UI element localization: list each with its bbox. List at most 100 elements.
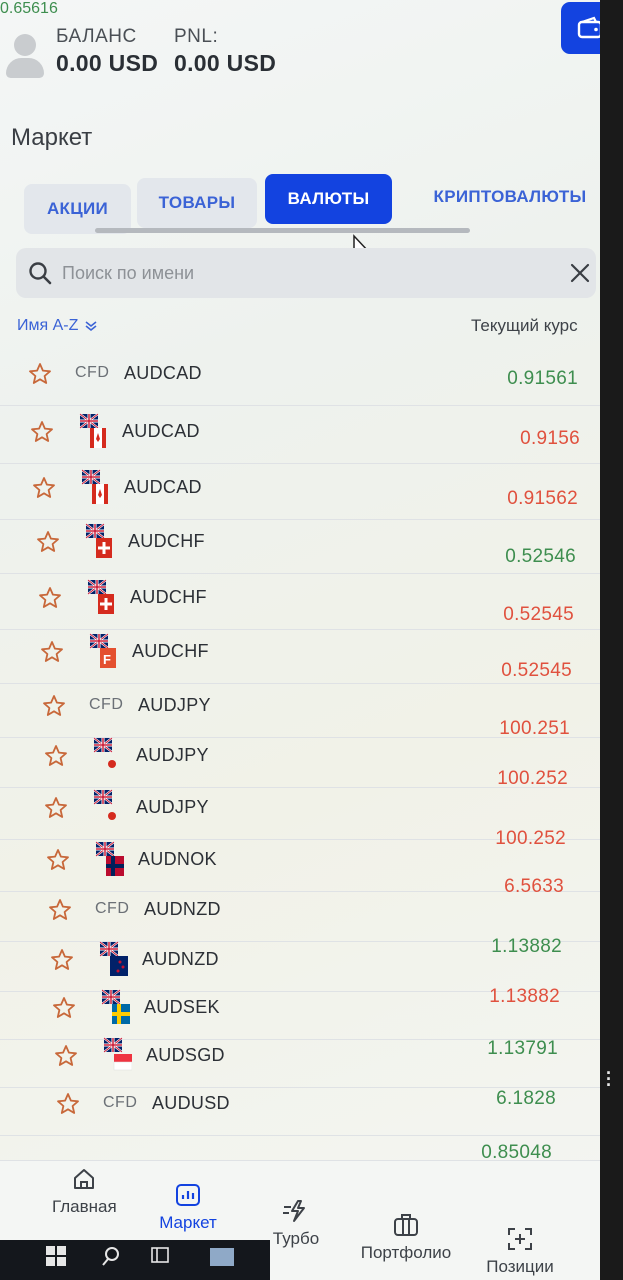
- page-title: Маркет: [11, 124, 93, 151]
- cfd-badge: CFD: [89, 696, 124, 713]
- currency-pair-flag-icon: [98, 940, 128, 978]
- favorite-star-icon[interactable]: [28, 362, 52, 386]
- close-icon[interactable]: [569, 262, 591, 284]
- nav-portfolio-label: Портфолио: [360, 1243, 452, 1262]
- category-tabs: АКЦИИ ТОВАРЫ ВАЛЮТЫ КРИПТОВАЛЮТЫ: [24, 172, 612, 234]
- avatar[interactable]: [4, 28, 44, 78]
- table-row[interactable]: AUDCHF 0.52545: [0, 576, 600, 630]
- favorite-star-icon[interactable]: [32, 476, 56, 500]
- currency-pair-flag-icon: F: [88, 632, 118, 670]
- table-row[interactable]: AUDNOK 6.5633: [0, 838, 600, 897]
- tab-stocks[interactable]: АКЦИИ: [24, 184, 131, 234]
- taskbar-app-icon[interactable]: [210, 1248, 234, 1266]
- tab-currencies[interactable]: ВАЛЮТЫ: [265, 174, 392, 224]
- pnl-label: PNL:: [174, 26, 219, 47]
- table-row[interactable]: AUDJPY 100.252: [0, 734, 600, 789]
- currency-pair-flag-icon: [78, 412, 108, 450]
- chart-icon: [176, 1184, 200, 1206]
- tabs-scrollbar[interactable]: [95, 228, 470, 233]
- favorite-star-icon[interactable]: [44, 744, 68, 768]
- table-row[interactable]: CFD AUDCAD 0.91561: [0, 352, 600, 406]
- more-options-icon[interactable]: · · ·: [604, 1064, 614, 1094]
- symbol-label: AUDCAD: [122, 421, 200, 441]
- table-row[interactable]: CFD AUDJPY 100.251: [0, 684, 600, 739]
- symbol-label: AUDNZD: [144, 899, 221, 919]
- currency-pair-flag-icon: [92, 736, 122, 774]
- favorite-star-icon[interactable]: [54, 1044, 78, 1068]
- sort-label: Имя A-Z: [17, 317, 79, 334]
- table-row[interactable]: AUDCAD 0.9156: [0, 410, 600, 464]
- favorite-star-icon[interactable]: [50, 948, 74, 972]
- nav-turbo-label: Турбо: [272, 1229, 320, 1248]
- currency-pair-flag-icon: [80, 468, 110, 506]
- account-header: БАЛАНС 0.00 USD PNL: 0.00 USD: [0, 0, 612, 96]
- favorite-star-icon[interactable]: [40, 640, 64, 664]
- cfd-badge: CFD: [95, 900, 130, 917]
- favorite-star-icon[interactable]: [52, 996, 76, 1020]
- sort-dropdown[interactable]: Имя A-Z: [17, 317, 98, 335]
- home-icon: [74, 1169, 94, 1189]
- favorite-star-icon[interactable]: [56, 1092, 80, 1116]
- table-row[interactable]: AUDCHF 0.52546: [0, 520, 600, 574]
- tab-crypto[interactable]: КРИПТОВАЛЮТЫ: [412, 172, 608, 222]
- search-bar: [16, 248, 596, 298]
- symbol-label: AUDCHF: [128, 531, 205, 551]
- nav-turbo[interactable]: Турбо: [264, 1199, 328, 1249]
- search-icon: [29, 262, 52, 285]
- favorite-star-icon[interactable]: [44, 796, 68, 820]
- table-row[interactable]: AUDJPY 100.252: [0, 786, 600, 849]
- symbol-label: AUDCAD: [124, 477, 202, 497]
- favorite-star-icon[interactable]: [30, 420, 54, 444]
- currency-pair-flag-icon: [94, 840, 124, 878]
- symbol-label: AUDNOK: [138, 849, 217, 869]
- search-input[interactable]: [62, 258, 532, 288]
- favorite-star-icon[interactable]: [42, 694, 66, 718]
- symbol-label: AUDCHF: [132, 641, 209, 661]
- favorite-star-icon[interactable]: [36, 530, 60, 554]
- favorite-star-icon[interactable]: [46, 848, 70, 872]
- symbol-label: AUDJPY: [136, 745, 209, 765]
- cfd-badge: CFD: [75, 364, 110, 381]
- table-row[interactable]: AUDNZD 1.13882: [0, 938, 600, 1007]
- favorite-star-icon[interactable]: [48, 898, 72, 922]
- price-value: 0.52545: [501, 660, 572, 681]
- table-row[interactable]: AUDCAD 0.91562: [0, 466, 600, 520]
- symbol-label: AUDCAD: [124, 363, 202, 383]
- balance-value: 0.00 USD: [56, 50, 159, 76]
- symbol-label: AUDJPY: [136, 797, 209, 817]
- briefcase-icon: [394, 1214, 418, 1236]
- favorite-star-icon[interactable]: [38, 586, 62, 610]
- symbol-label: AUDUSD: [152, 1093, 230, 1113]
- currency-pair-flag-icon: [86, 578, 116, 616]
- nav-portfolio[interactable]: Портфолио: [356, 1213, 456, 1263]
- balance-label: БАЛАНС: [56, 26, 137, 47]
- os-taskbar: [0, 1240, 270, 1280]
- pnl-block: PNL: 0.00 USD: [174, 26, 276, 77]
- table-row[interactable]: CFD AUDNZD 1.13882: [0, 888, 600, 957]
- table-row[interactable]: CFD AUDUSD 0.85048: [0, 1082, 600, 1163]
- app-screen: БАЛАНС 0.00 USD PNL: 0.00 USD Маркет АКЦ…: [0, 0, 612, 1280]
- chevron-down-icon: [85, 321, 97, 332]
- currency-pair-flag-icon: [84, 522, 114, 560]
- nav-positions[interactable]: Позиции: [478, 1227, 562, 1277]
- current-rate-header: Текущий курс: [471, 316, 578, 335]
- nav-home[interactable]: Главная: [52, 1167, 117, 1217]
- table-row[interactable]: F AUDCHF 0.52545: [0, 630, 600, 684]
- tab-commodities[interactable]: ТОВАРЫ: [137, 178, 257, 228]
- currency-pair-flag-icon: [102, 1036, 133, 1074]
- price-value: 0.91561: [507, 368, 578, 389]
- table-row[interactable]: AUDSGD 6.1828: [0, 1034, 600, 1109]
- currency-pair-flag-icon: [100, 988, 130, 1026]
- currency-pair-flag-icon: [92, 788, 122, 826]
- nav-market[interactable]: Маркет: [154, 1183, 222, 1233]
- positions-icon: [508, 1228, 532, 1250]
- price-value: 0.52546: [505, 546, 576, 567]
- svg-text:F: F: [103, 652, 111, 667]
- price-value: 0.52545: [503, 604, 574, 625]
- table-row[interactable]: AUDSEK 1.13791: [0, 986, 600, 1059]
- symbol-label: AUDSGD: [146, 1045, 225, 1065]
- symbol-label: AUDNZD: [142, 949, 219, 969]
- nav-home-label: Главная: [52, 1197, 117, 1216]
- turbo-icon: [283, 1200, 305, 1222]
- cfd-badge: CFD: [103, 1094, 138, 1111]
